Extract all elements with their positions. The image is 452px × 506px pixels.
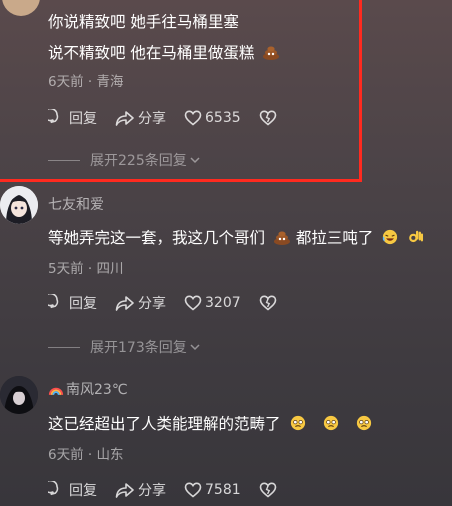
comment-meta: 5天前 · 四川 (48, 261, 124, 277)
comment-text: 这已经超出了人类能理解的范畴了 (48, 412, 373, 434)
comment-meta: 6天前 · 青海 (48, 74, 124, 90)
dislike-button[interactable] (259, 109, 280, 127)
dark-avatar-icon (0, 376, 38, 414)
ok-hand-emoji-icon (409, 230, 424, 243)
share-icon (115, 111, 134, 126)
laughing-emoji-icon (383, 229, 398, 245)
dislike-button[interactable] (259, 294, 280, 312)
rainbow-icon (48, 387, 64, 396)
like-button[interactable]: 6535 (184, 109, 241, 127)
chevron-down-icon (190, 157, 200, 164)
reply-button[interactable]: 回复 (48, 108, 97, 128)
like-button[interactable]: 3207 (184, 294, 241, 312)
comment-text: 等她弄完这一套，我这几个哥们 都拉三吨了 (48, 226, 425, 248)
anime-avatar-icon (0, 186, 38, 224)
share-button[interactable]: 分享 (115, 293, 166, 313)
heart-icon (184, 110, 202, 126)
poop-emoji-icon (263, 46, 280, 60)
comment-text-line-1: 你说精致吧 她手往马桶里塞 (48, 13, 239, 31)
expand-replies-button[interactable]: 展开173条回复 (48, 337, 201, 357)
dislike-button[interactable] (259, 481, 280, 499)
heart-icon (184, 482, 202, 498)
like-button[interactable]: 7581 (184, 481, 241, 499)
share-button[interactable]: 分享 (115, 108, 166, 128)
share-button[interactable]: 分享 (115, 480, 166, 500)
reply-button[interactable]: 回复 (48, 293, 97, 313)
reply-button[interactable]: 回复 (48, 480, 97, 500)
broken-heart-icon (259, 482, 276, 498)
reply-icon (48, 294, 59, 309)
reply-icon (48, 481, 59, 496)
dizzy-face-emoji-icon (324, 415, 339, 431)
share-icon (115, 483, 134, 498)
avatar[interactable] (0, 186, 38, 224)
chevron-down-icon (190, 344, 200, 351)
broken-heart-icon (259, 295, 276, 311)
dizzy-face-emoji-icon (291, 415, 306, 431)
comment-username[interactable]: 七友和爱 (48, 194, 104, 214)
comment-username[interactable]: 南风23℃ (48, 379, 128, 399)
broken-heart-icon (259, 110, 276, 126)
poop-emoji-icon (273, 231, 290, 245)
reply-icon (48, 109, 59, 124)
comment-meta: 6天前 · 山东 (48, 447, 124, 463)
share-icon (115, 296, 134, 311)
comment-actions: 回复 分享 7581 (48, 480, 298, 500)
comment-actions: 回复 分享 3207 (48, 293, 298, 313)
comment-actions: 回复 分享 6535 (48, 108, 298, 128)
comment-text-line-2: 说不精致吧 他在马桶里做蛋糕 (48, 41, 280, 63)
avatar[interactable] (0, 376, 38, 414)
dizzy-face-emoji-icon (357, 415, 372, 431)
heart-icon (184, 295, 202, 311)
expand-replies-button[interactable]: 展开225条回复 (48, 150, 201, 170)
